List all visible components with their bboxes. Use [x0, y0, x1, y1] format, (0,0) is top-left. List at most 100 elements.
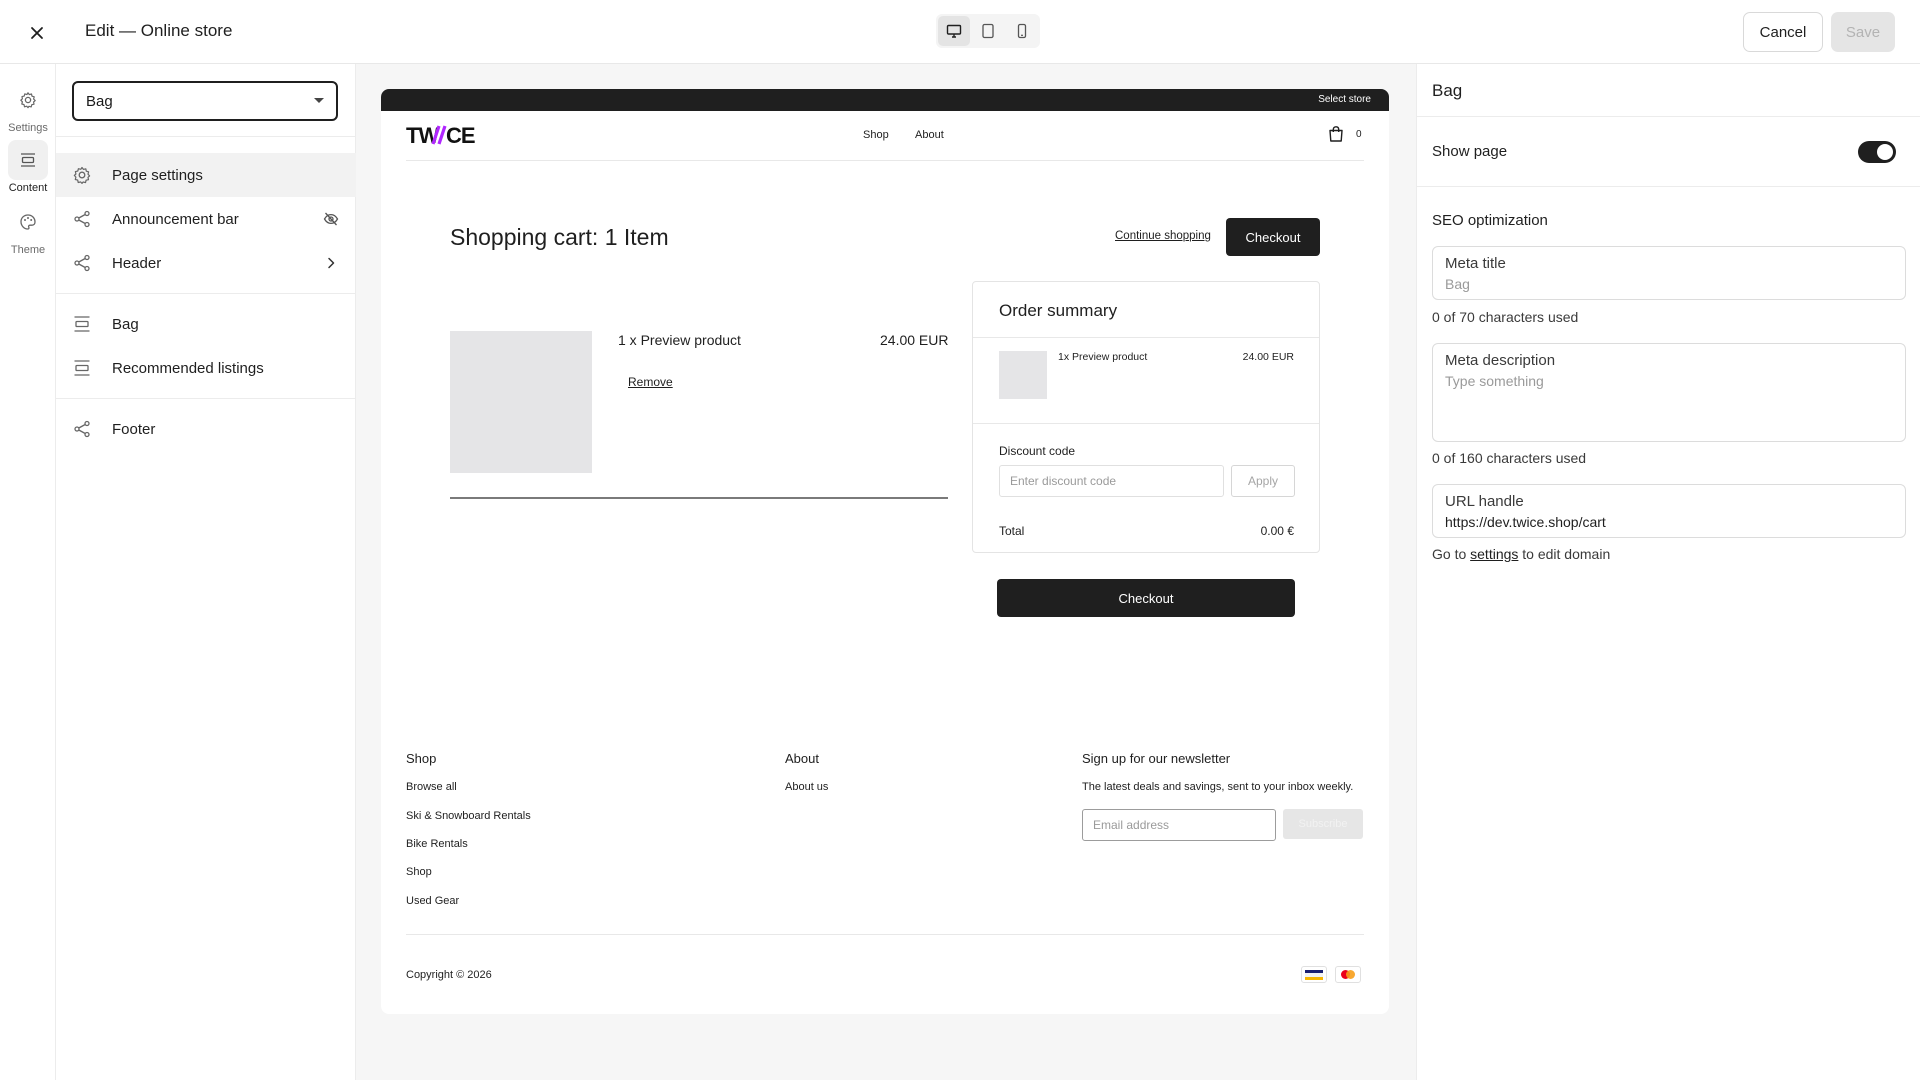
mastercard-icon [1335, 966, 1361, 983]
footer-link[interactable]: Ski & Snowboard Rentals [406, 810, 531, 822]
subscribe-button: Subscribe [1283, 809, 1363, 839]
bag-count: 0 [1356, 129, 1362, 140]
gear-icon [73, 166, 91, 184]
eye-off-icon [323, 212, 339, 226]
order-summary: Order summary 1x Preview product 24.00 E… [972, 281, 1320, 553]
chevron-right-icon [328, 257, 335, 269]
discount-code-input[interactable] [999, 465, 1224, 497]
meta-description-placeholder: Type something [1445, 373, 1544, 389]
rail-item-content[interactable]: Content [0, 140, 56, 194]
section-item-recommended-listings[interactable]: Recommended listings [56, 346, 356, 390]
total-label: Total [999, 524, 1025, 538]
meta-description-hint: 0 of 160 characters used [1432, 450, 1587, 466]
footer-link[interactable]: Bike Rentals [406, 838, 468, 850]
gear-icon [20, 92, 36, 109]
sections-panel: Bag Page settings Announcement bar Heade… [56, 64, 356, 1080]
meta-title-label: Meta title [1445, 255, 1506, 272]
copyright: Copyright © 2026 [406, 969, 492, 981]
visa-icon [1301, 966, 1327, 983]
rail-label-settings: Settings [8, 122, 48, 134]
show-page-label: Show page [1432, 143, 1508, 160]
footer-link[interactable]: Used Gear [406, 895, 459, 907]
desktop-icon [946, 24, 962, 38]
store-top-bar: Select store [381, 89, 1389, 111]
icon-rail: Settings Content Theme [0, 64, 56, 1080]
footer-link[interactable]: About us [785, 781, 828, 793]
visibility-toggle[interactable] [322, 210, 340, 228]
footer-link[interactable]: Shop [406, 866, 432, 878]
section-label: Page settings [112, 166, 203, 184]
rail-icon-wrap [8, 80, 48, 120]
footer-divider [406, 934, 1364, 935]
meta-title-hint: 0 of 70 characters used [1432, 309, 1579, 325]
meta-description-field[interactable]: Meta description Type something [1432, 343, 1906, 442]
share-icon [74, 210, 90, 228]
section-item-header[interactable]: Header [56, 241, 356, 285]
divider [56, 398, 356, 399]
settings-link[interactable]: settings [1470, 546, 1518, 562]
top-bar: Edit — Online store Cancel Save [0, 0, 1920, 64]
domain-hint-suffix: to edit domain [1522, 546, 1611, 562]
meta-title-field[interactable]: Meta title Bag [1432, 246, 1906, 300]
section-label: Footer [112, 420, 156, 438]
meta-title-placeholder: Bag [1445, 276, 1470, 292]
section-label: Header [112, 254, 162, 272]
rail-icon-wrap [8, 140, 48, 180]
nav-shop[interactable]: Shop [863, 129, 889, 141]
newsletter-email-input[interactable] [1082, 809, 1276, 841]
page-select-value: Bag [86, 92, 113, 110]
url-handle-label: URL handle [1445, 493, 1524, 510]
rail-label-theme: Theme [10, 244, 46, 256]
tablet-view-button[interactable] [972, 16, 1004, 46]
palette-icon [20, 214, 36, 230]
order-summary-title: Order summary [999, 301, 1118, 320]
show-page-toggle[interactable] [1858, 141, 1896, 163]
desktop-view-button[interactable] [938, 16, 970, 46]
mobile-view-button[interactable] [1006, 16, 1038, 46]
page-title: Edit — Online store [85, 21, 233, 40]
close-icon [31, 27, 43, 39]
expand-button[interactable] [322, 254, 340, 272]
url-handle-value: https://dev.twice.shop/cart [1445, 514, 1606, 530]
divider [973, 423, 1319, 424]
divider [1417, 116, 1920, 117]
tablet-icon [982, 23, 994, 39]
close-button[interactable] [24, 20, 50, 46]
continue-shopping-link[interactable]: Continue shopping [1115, 230, 1211, 242]
checkout-button-top[interactable]: Checkout [1226, 218, 1320, 256]
footer-shop-heading: Shop [406, 751, 437, 766]
rail-item-theme[interactable]: Theme [0, 202, 56, 256]
section-icon [74, 316, 90, 332]
save-button: Save [1831, 12, 1895, 52]
toggle-knob [1877, 144, 1893, 160]
cart-divider [450, 497, 948, 499]
cancel-button[interactable]: Cancel [1743, 12, 1823, 52]
select-store-link[interactable]: Select store [1318, 94, 1371, 105]
section-item-bag[interactable]: Bag [56, 302, 356, 346]
rail-icon-wrap [8, 202, 48, 242]
url-handle-field[interactable]: URL handle https://dev.twice.shop/cart [1432, 484, 1906, 538]
divider [56, 136, 356, 137]
footer-link[interactable]: Browse all [406, 781, 457, 793]
divider [56, 293, 356, 294]
section-item-announcement-bar[interactable]: Announcement bar [56, 197, 356, 241]
meta-description-label: Meta description [1445, 352, 1556, 369]
section-item-footer[interactable]: Footer [56, 407, 356, 451]
mobile-icon [1017, 23, 1027, 39]
summary-product-image [999, 351, 1047, 399]
seo-heading: SEO optimization [1432, 212, 1548, 229]
domain-hint: Go to settings to edit domain [1432, 546, 1610, 562]
device-switcher [936, 14, 1040, 48]
remove-link[interactable]: Remove [628, 375, 673, 389]
checkout-button[interactable]: Checkout [997, 579, 1295, 617]
share-icon [74, 420, 90, 438]
store-logo[interactable]: TW CE [406, 124, 486, 146]
nav-about[interactable]: About [915, 129, 944, 141]
product-image [450, 331, 592, 473]
newsletter-text: The latest deals and savings, sent to yo… [1082, 781, 1354, 793]
rail-item-settings[interactable]: Settings [0, 80, 56, 134]
shopping-bag-icon[interactable] [1327, 125, 1345, 143]
page-select[interactable]: Bag [72, 81, 338, 121]
apply-button[interactable]: Apply [1231, 465, 1295, 497]
section-item-page-settings[interactable]: Page settings [56, 153, 356, 197]
